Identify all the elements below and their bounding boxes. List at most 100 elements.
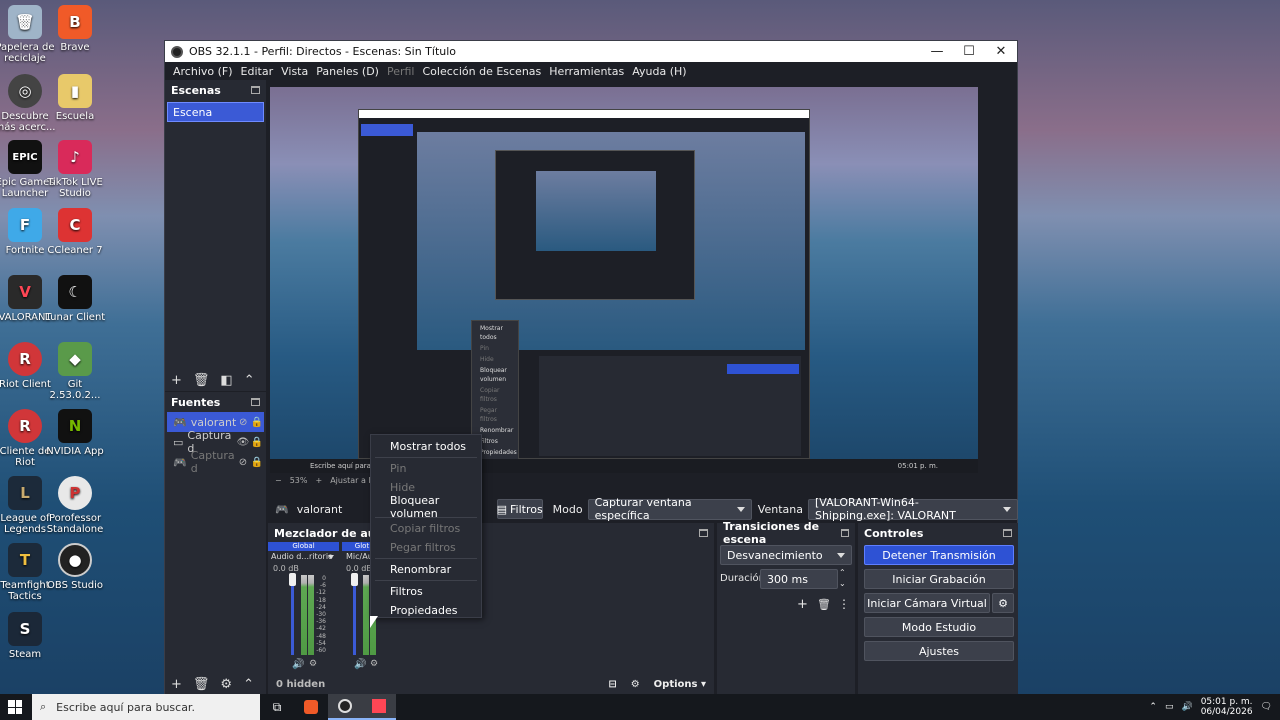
undock-icon[interactable] xyxy=(699,529,708,537)
menu-coleccion-escenas[interactable]: Colección de Escenas xyxy=(419,65,546,78)
desktop-icon-porofessor[interactable]: P Porofessor Standalone xyxy=(43,476,107,535)
menu-perfil[interactable]: Perfil xyxy=(383,65,419,78)
studio-mode-button[interactable]: Modo Estudio xyxy=(864,617,1014,637)
undock-icon[interactable] xyxy=(1003,529,1012,537)
mixer-layout-icon[interactable]: ⊟ xyxy=(608,679,616,690)
desktop-icon-lunar-client[interactable]: ☾ Lunar Client xyxy=(43,275,107,323)
taskbar-search[interactable]: ⌕ Escribe aquí para buscar. xyxy=(32,694,260,720)
eye-icon[interactable]: 👁 xyxy=(236,437,250,448)
desktop-icon-ccleaner[interactable]: C CCleaner 7 xyxy=(43,208,107,256)
tray-chevron-icon[interactable]: ⌃ xyxy=(1149,702,1157,712)
menu-paste-filters[interactable]: Pegar filtros xyxy=(371,538,481,557)
volume-icon[interactable]: 🔊 xyxy=(1181,702,1192,712)
close-button[interactable]: ✕ xyxy=(985,44,1017,59)
hidden-count[interactable]: 0 hidden xyxy=(276,679,325,690)
zoom-in-icon[interactable]: + xyxy=(315,476,322,485)
filters-button[interactable]: ▤ Filtros xyxy=(497,499,543,519)
menu-pin[interactable]: Pin xyxy=(371,459,481,478)
taskbar-brave-icon[interactable] xyxy=(294,694,328,720)
desktop-icon-git[interactable]: ◆ Git 2.53.0.2... xyxy=(43,342,107,401)
mixer-settings-icon[interactable]: ⚙ xyxy=(370,659,378,669)
menu-copy-filters[interactable]: Copiar filtros xyxy=(371,519,481,538)
menu-rename[interactable]: Renombrar xyxy=(371,560,481,579)
desktop-icon-nvidia[interactable]: N NVIDIA App xyxy=(43,409,107,457)
mode-value: Capturar ventana específica xyxy=(594,496,692,522)
window-label: Ventana xyxy=(757,502,803,516)
lunar-client-icon: ☾ xyxy=(58,275,92,309)
duration-input[interactable]: 300 ms xyxy=(760,569,838,589)
window-select[interactable]: [VALORANT-Win64-Shipping.exe]: VALORANT xyxy=(807,496,1018,522)
minimize-button[interactable]: — xyxy=(921,44,953,59)
windows-start-icon[interactable] xyxy=(8,700,22,714)
chevron-down-icon[interactable] xyxy=(328,555,334,559)
volume-fader-track[interactable] xyxy=(291,575,294,655)
notification-icon[interactable]: 🗨 xyxy=(1261,702,1272,712)
taskbar-valorant-icon[interactable] xyxy=(362,694,396,720)
preview-canvas[interactable]: Mostrar todos Pin Hide Bloquear volumen … xyxy=(270,87,978,473)
menu-filters[interactable]: Filtros xyxy=(371,582,481,601)
more-icon[interactable]: ⋮ xyxy=(838,597,850,611)
scene-item[interactable]: Escena xyxy=(167,102,264,122)
volume-fader-knob[interactable] xyxy=(351,573,358,586)
move-up-icon[interactable]: ⌃ xyxy=(244,373,255,388)
menu-herramientas[interactable]: Herramientas xyxy=(545,65,628,78)
undock-icon[interactable] xyxy=(841,529,849,537)
lock-icon[interactable]: 🔒 xyxy=(250,417,264,428)
desktop-icon-brave[interactable]: B Brave xyxy=(43,5,107,53)
zoom-out-icon[interactable]: − xyxy=(275,476,282,485)
move-up-icon[interactable]: ⌃ xyxy=(243,677,254,692)
transition-select[interactable]: Desvanecimiento xyxy=(720,545,852,565)
speaker-icon[interactable]: 🔊 xyxy=(354,659,366,670)
visibility-hidden-icon[interactable]: ⊘ xyxy=(236,457,250,468)
network-icon[interactable]: ▭ xyxy=(1165,702,1174,712)
remove-transition-icon[interactable]: 🗑 xyxy=(817,598,831,611)
source-item-capture-2[interactable]: 🎮 Captura d ⊘ 🔒 xyxy=(167,449,264,475)
speaker-icon[interactable]: 🔊 xyxy=(292,659,304,670)
start-recording-button[interactable]: Iniciar Grabación xyxy=(864,569,1014,589)
add-scene-icon[interactable]: + xyxy=(171,373,182,388)
menu-properties[interactable]: Propiedades xyxy=(371,601,481,620)
volume-fader-knob[interactable] xyxy=(289,573,296,586)
settings-button[interactable]: Ajustes xyxy=(864,641,1014,661)
remove-source-icon[interactable]: 🗑 xyxy=(193,677,210,692)
stepper-up-icon[interactable]: ⌃ xyxy=(839,568,846,577)
menu-archivo[interactable]: Archivo (F) xyxy=(169,65,237,78)
mixer-options-button[interactable]: Options ▾ xyxy=(654,679,706,690)
visibility-hidden-icon[interactable]: ⊘ xyxy=(236,417,250,428)
add-transition-icon[interactable]: + xyxy=(797,597,808,612)
stop-streaming-button[interactable]: Detener Transmisión xyxy=(864,545,1014,565)
advanced-audio-icon[interactable]: ⚙ xyxy=(631,679,640,690)
desktop-icon-escuela[interactable]: ▮ Escuela xyxy=(43,74,107,122)
taskbar-obs-icon[interactable] xyxy=(328,694,362,720)
menu-paneles[interactable]: Paneles (D) xyxy=(312,65,383,78)
source-properties-icon[interactable]: ⚙ xyxy=(220,677,232,692)
nested-menu-item: Mostrar todos xyxy=(480,325,503,341)
lock-icon[interactable]: 🔒 xyxy=(250,437,264,448)
mouse-cursor-icon xyxy=(370,616,378,628)
task-view-icon[interactable]: ⧉ xyxy=(260,694,294,720)
menu-vista[interactable]: Vista xyxy=(277,65,312,78)
desktop-icon-tiktok-live[interactable]: ♪ TikTok LIVE Studio xyxy=(43,140,107,199)
mode-select[interactable]: Capturar ventana específica xyxy=(587,496,752,522)
lock-icon[interactable]: 🔒 xyxy=(250,457,264,468)
scene-filters-icon[interactable]: ◧ xyxy=(220,373,232,388)
clock[interactable]: 05:01 p. m. 06/04/2026 xyxy=(1201,697,1253,717)
remove-scene-icon[interactable]: 🗑 xyxy=(193,373,210,388)
start-virtual-camera-button[interactable]: Iniciar Cámara Virtual xyxy=(864,593,990,613)
menu-editar[interactable]: Editar xyxy=(237,65,278,78)
desktop-icon-steam[interactable]: S Steam xyxy=(0,612,57,660)
menu-lock-volume[interactable]: Bloquear volumen xyxy=(371,494,481,520)
add-source-icon[interactable]: + xyxy=(171,677,182,692)
nested-menu-item: Copiar filtros xyxy=(480,387,500,403)
desktop-icon-label: Lunar Client xyxy=(44,312,106,323)
virtual-camera-settings-icon[interactable]: ⚙ xyxy=(992,593,1014,613)
desktop-icon-obs[interactable]: ● OBS Studio xyxy=(43,543,107,591)
mixer-settings-icon[interactable]: ⚙ xyxy=(309,659,317,669)
maximize-button[interactable]: ☐ xyxy=(953,44,985,59)
undock-icon[interactable] xyxy=(251,398,260,406)
volume-fader-track[interactable] xyxy=(353,575,356,655)
undock-icon[interactable] xyxy=(251,86,260,94)
menu-ayuda[interactable]: Ayuda (H) xyxy=(628,65,690,78)
stepper-down-icon[interactable]: ⌄ xyxy=(839,579,846,588)
menu-show-all[interactable]: Mostrar todos xyxy=(371,437,481,456)
